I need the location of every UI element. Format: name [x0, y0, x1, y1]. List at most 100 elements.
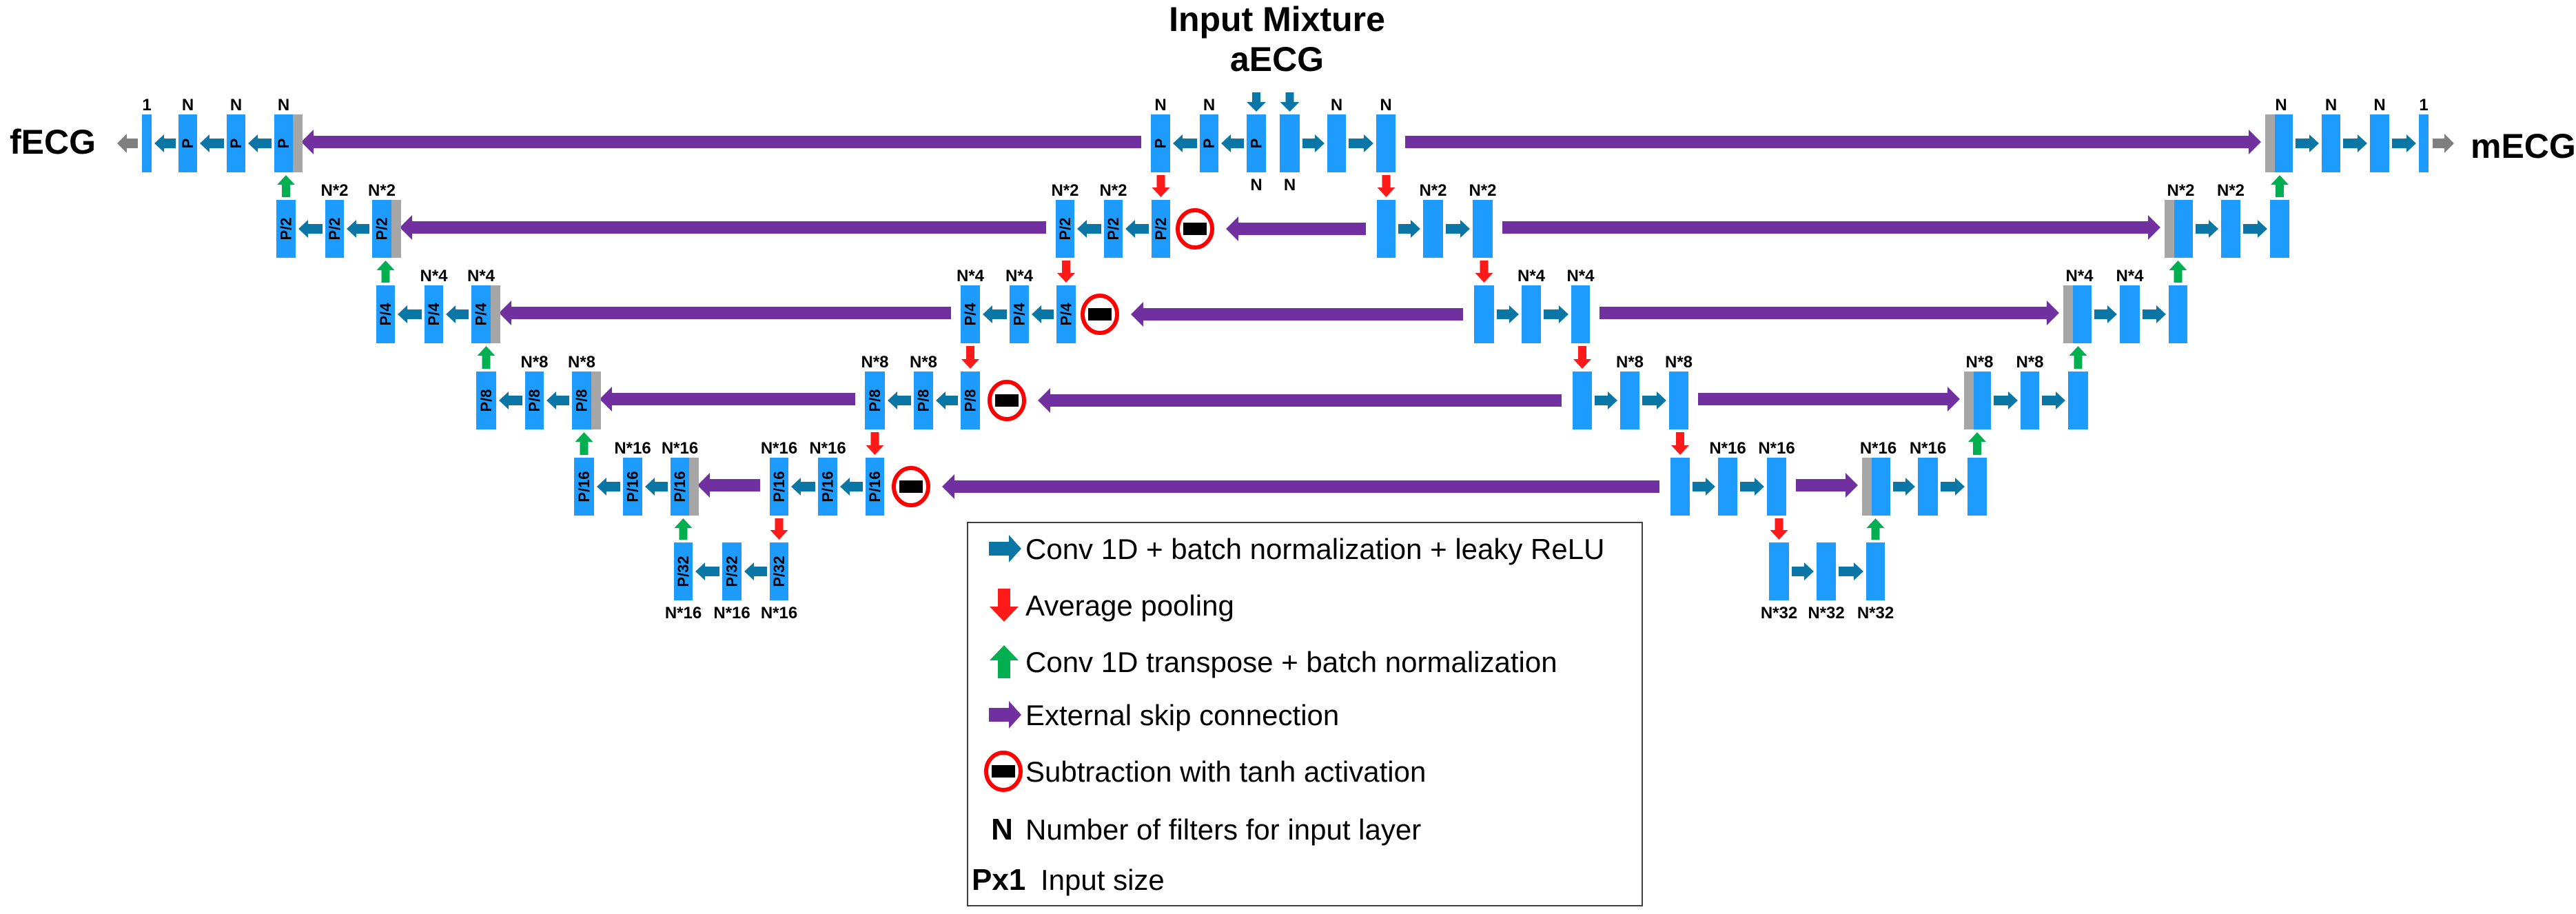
layer-block — [1327, 114, 1346, 172]
conv-arrow-icon — [1398, 220, 1420, 238]
conv-arrow-icon — [2196, 220, 2218, 238]
filter-count-label: N*8 — [861, 353, 888, 372]
layer-rect — [1872, 458, 1890, 516]
layer-block — [1967, 458, 1987, 516]
conv-arrow-icon — [1792, 562, 1814, 580]
filter-count-label: N*16 — [1709, 439, 1746, 458]
input-size-label: P — [1248, 139, 1265, 149]
filter-count-label: N*16 — [761, 604, 797, 622]
subtract-tanh-icon — [1081, 294, 1119, 335]
layer-rect — [1718, 458, 1737, 516]
layer-rect — [1866, 542, 1885, 600]
concatenation-stripe — [591, 372, 601, 429]
pool-arrow-icon — [1057, 261, 1075, 283]
conv-arrow-icon — [1740, 478, 1764, 496]
conv-arrow-icon — [298, 220, 323, 238]
filter-count-label: N*8 — [910, 353, 937, 372]
layer-block — [2165, 200, 2193, 258]
input-size-label: P/4 — [1058, 303, 1075, 326]
layer-block: P/2 — [1104, 200, 1123, 258]
layer-block: P/2 — [325, 200, 344, 258]
layer-block — [2221, 200, 2240, 258]
layer-block: P/16 — [574, 458, 594, 516]
layer-block — [2322, 114, 2340, 172]
skip-arrow-icon — [1226, 216, 1366, 241]
layer-block — [1862, 458, 1890, 516]
conv-arrow-icon — [1693, 478, 1715, 496]
input-size-label: P/16 — [575, 471, 593, 502]
conv-arrow-icon — [1077, 220, 1101, 238]
filter-count-label: N*16 — [665, 604, 702, 622]
legend-label: Average pooling — [1025, 589, 1234, 622]
layer-block — [1474, 285, 1494, 343]
layer-rect — [1377, 200, 1396, 258]
layer-block: P/2 — [372, 200, 401, 258]
conv-arrow-icon — [546, 392, 569, 409]
layer-rect — [1376, 114, 1396, 172]
layer-rect — [1327, 114, 1346, 172]
layer-block — [2063, 285, 2092, 343]
layer-rect — [1423, 200, 1443, 258]
subtract-tanh-icon — [1176, 208, 1214, 250]
concatenation-stripe — [1964, 372, 1974, 429]
input-size-label: P/2 — [326, 217, 343, 240]
skip-arrow-icon — [1131, 302, 1463, 327]
filter-count-label: N*16 — [809, 439, 846, 458]
conv-arrow-icon — [1302, 134, 1325, 152]
input-size-symbol-icon: Px1 — [972, 863, 1025, 897]
filter-count-label: N*4 — [957, 267, 985, 285]
conv-arrow-icon — [1125, 220, 1149, 238]
filter-count-label: N*16 — [713, 604, 750, 622]
filter-count-label: N*2 — [2167, 181, 2194, 200]
filter-count-label: N*16 — [614, 439, 651, 458]
layer-block — [1718, 458, 1737, 516]
conv-arrow-icon — [1595, 392, 1617, 409]
layer-rect — [1522, 285, 1541, 343]
layer-block — [142, 114, 152, 172]
layer-rect — [2270, 200, 2289, 258]
legend-item: Conv 1D transpose + batch normalization — [990, 645, 1557, 678]
layer-rect — [1474, 285, 1494, 343]
concatenation-stripe — [1862, 458, 1872, 516]
skip-arrow-icon — [1038, 388, 1562, 413]
filter-count-label: N*2 — [1469, 181, 1496, 200]
legend-label: Subtraction with tanh activation — [1025, 755, 1426, 788]
pool-arrow-icon — [1152, 175, 1170, 197]
filter-symbol-icon: N — [991, 813, 1013, 846]
input-size-label: P/16 — [819, 471, 837, 502]
conv-arrow-icon — [2243, 220, 2267, 238]
filter-count-label: N — [1154, 96, 1166, 114]
upsample-arrow-icon — [674, 518, 693, 540]
filter-count-label: N*16 — [761, 439, 797, 458]
layer-block: P/8 — [914, 372, 933, 429]
layer-block: P — [1247, 114, 1266, 172]
layer-block — [2120, 285, 2140, 343]
conv-arrow-icon — [1497, 305, 1519, 323]
input-arrow-icon — [1280, 92, 1300, 112]
filter-count-label: N — [1331, 96, 1342, 114]
conv-arrow-icon — [2094, 305, 2117, 323]
output-arrow-icon — [2433, 134, 2454, 153]
filter-count-label: N*8 — [520, 353, 548, 372]
input-size-label: P/4 — [425, 303, 442, 326]
conv-arrow-icon — [2143, 305, 2166, 323]
layer-rect — [1769, 542, 1789, 600]
conv-arrow-icon — [2343, 134, 2367, 152]
conv-arrow-icon — [1941, 478, 1965, 496]
concatenation-stripe — [2063, 285, 2073, 343]
filter-count-label: 1 — [2419, 96, 2428, 114]
filter-count-label: N*2 — [1099, 181, 1127, 200]
layer-block: P/16 — [770, 458, 788, 516]
filter-count-label: N*4 — [1517, 267, 1546, 285]
layer-rect — [1669, 372, 1688, 429]
legend-label: Input size — [1041, 864, 1165, 896]
subtract-tanh-icon — [988, 380, 1026, 421]
layer-block — [1767, 458, 1786, 516]
layer-block — [2419, 114, 2429, 172]
filter-count-label: N*8 — [2016, 353, 2043, 372]
layer-block — [1964, 372, 1991, 429]
legend-item: Average pooling — [990, 589, 1234, 622]
legend-label: Number of filters for input layer — [1025, 813, 1421, 846]
legend-item: Px1 Input size — [972, 863, 1165, 897]
conv-arrow-icon — [1349, 134, 1373, 152]
